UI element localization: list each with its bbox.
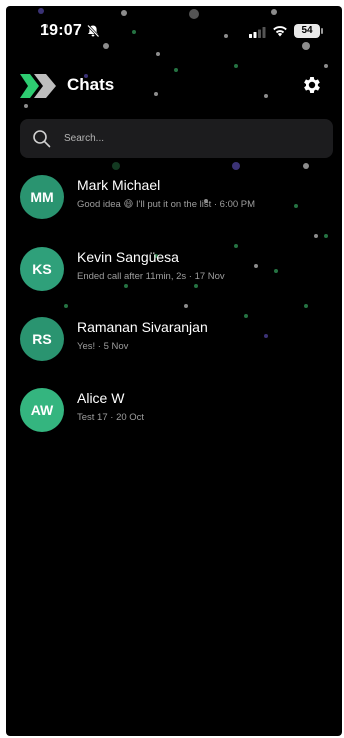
settings-gear-icon[interactable] (301, 74, 323, 96)
chat-name: Kevin Sangüesa (77, 249, 179, 265)
page-title: Chats (67, 75, 115, 94)
chat-preview: Yes! · 5 Nov (77, 341, 129, 352)
battery-indicator: 54 (294, 24, 323, 38)
chat-name: Mark Michael (77, 177, 161, 193)
app-header: Chats (6, 64, 342, 108)
search-icon (33, 130, 51, 148)
status-time: 19:07 (40, 22, 82, 39)
chat-item-ramanan-sivaranjan[interactable]: RS Ramanan Sivaranjan Yes! · 5 Nov (6, 308, 342, 368)
app-logo-icon (20, 74, 56, 98)
chat-name: Ramanan Sivaranjan (77, 319, 208, 335)
chat-preview: Ended call after 11min, 2s · 17 Nov (77, 271, 225, 282)
search-bar[interactable] (20, 119, 333, 158)
status-bar: 19:07 54 (6, 6, 342, 50)
app-screen: 19:07 54 Chats Search... MM Mark Michael… (6, 6, 342, 736)
chat-item-alice-w[interactable]: AW Alice W Test 17 · 20 Oct (6, 379, 342, 439)
chat-preview: Test 17 · 20 Oct (77, 412, 145, 423)
search-input[interactable] (64, 119, 314, 158)
wifi-icon (273, 26, 287, 37)
signal-icon (249, 27, 266, 38)
avatar: RS (20, 317, 64, 361)
chat-item-kevin-sanguesa[interactable]: KS Kevin Sangüesa Ended call after 11min… (6, 238, 342, 298)
avatar: KS (20, 247, 64, 291)
bell-muted-icon (87, 24, 100, 38)
chat-name: Alice W (77, 390, 125, 406)
chat-item-mark-michael[interactable]: MM Mark Michael Good idea 😄 I'll put it … (6, 166, 342, 226)
avatar: AW (20, 388, 64, 432)
avatar: MM (20, 175, 64, 219)
chat-preview: Good idea 😄 I'll put it on the list · 6:… (77, 199, 256, 210)
